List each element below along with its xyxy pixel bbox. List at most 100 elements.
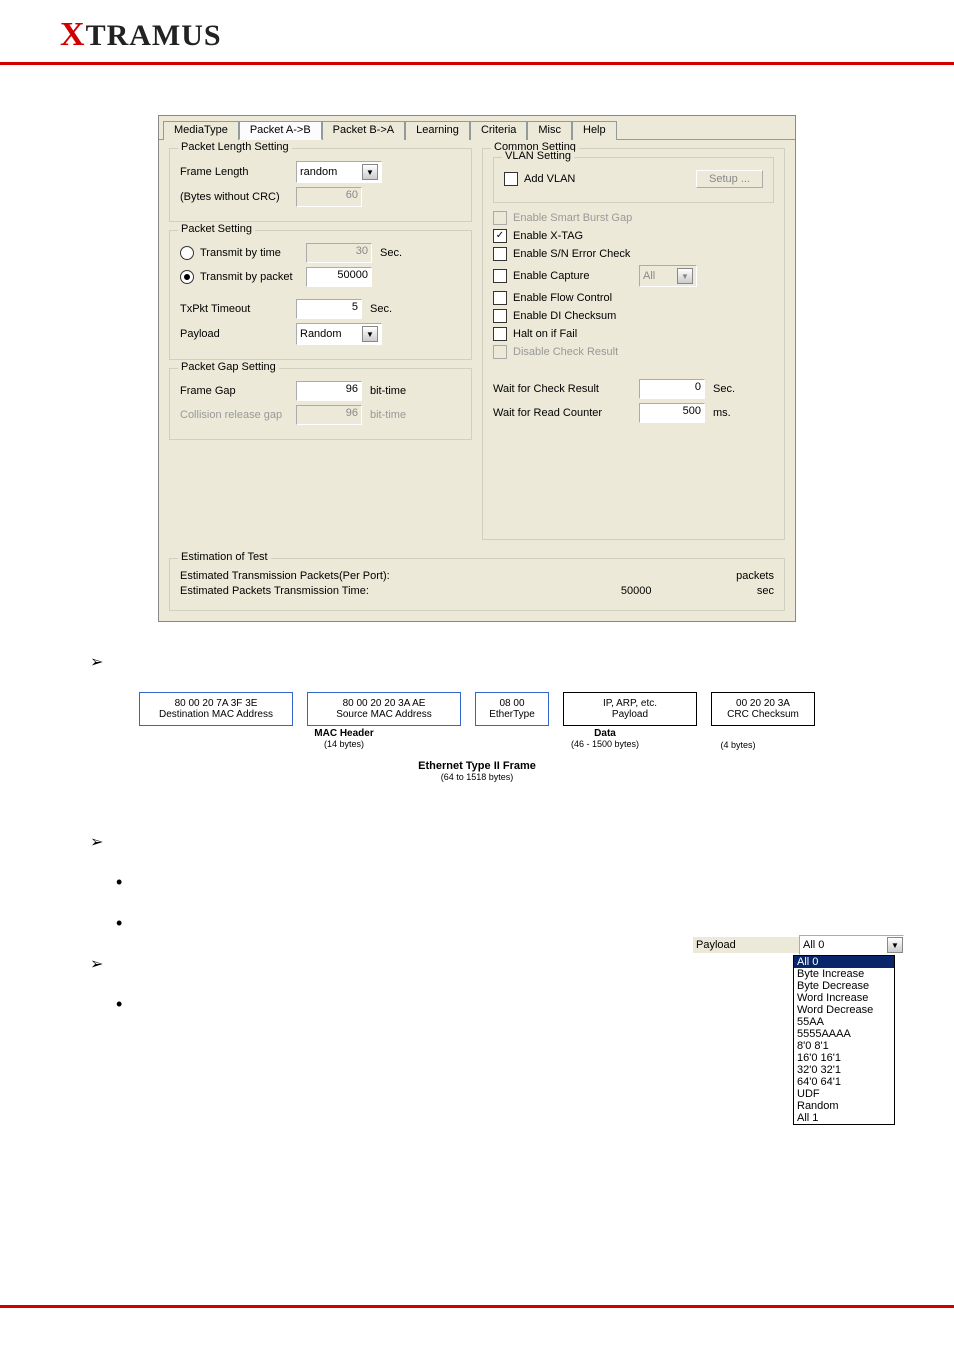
group-packet-gap: Packet Gap Setting Frame Gap 96 bit-time…: [169, 368, 472, 440]
disable-check-checkbox: [493, 345, 507, 359]
xtag-checkbox[interactable]: [493, 229, 507, 243]
payload-fig-select[interactable]: All 0 ▼: [799, 935, 904, 955]
payload-dropdown-figure: Payload All 0 ▼ All 0 Byte Increase Byte…: [693, 935, 904, 1125]
eth-frame-title: Ethernet Type II Frame: [127, 760, 827, 772]
chevron-down-icon: ▼: [677, 268, 693, 284]
add-vlan-label: Add VLAN: [524, 173, 575, 185]
wait-read-label: Wait for Read Counter: [493, 407, 633, 419]
unit-ms: ms.: [713, 407, 731, 419]
logo: XTRAMUS: [60, 19, 222, 52]
transmit-packet-label: Transmit by packet: [200, 271, 300, 283]
list-item[interactable]: 55AA: [794, 1016, 894, 1028]
payload-label: Payload: [180, 328, 290, 340]
capture-select: All ▼: [639, 265, 697, 287]
tab-packet-ab[interactable]: Packet A->B: [239, 121, 322, 140]
group-estimation: Estimation of Test Estimated Transmissio…: [169, 558, 785, 611]
est-time-input: 50000: [621, 585, 751, 597]
xtag-label: Enable X-TAG: [513, 230, 583, 242]
add-vlan-checkbox[interactable]: [504, 172, 518, 186]
eth-ethertype: 08 00EtherType: [475, 692, 549, 726]
page-header: XTRAMUS: [0, 0, 954, 65]
payload-select[interactable]: Random ▼: [296, 323, 382, 345]
halt-checkbox[interactable]: [493, 327, 507, 341]
sn-error-checkbox[interactable]: [493, 247, 507, 261]
group-vlan: VLAN Setting Add VLAN Setup ...: [493, 157, 774, 203]
list-item[interactable]: All 1: [794, 1112, 894, 1124]
list-item[interactable]: Byte Decrease: [794, 980, 894, 992]
list-item[interactable]: Random: [794, 1100, 894, 1112]
smart-burst-label: Enable Smart Burst Gap: [513, 212, 632, 224]
dot-marker: [116, 872, 894, 893]
dot-marker: [116, 913, 894, 934]
group-title: VLAN Setting: [502, 150, 574, 162]
eth-src-mac: 80 00 20 20 3A AESource MAC Address: [307, 692, 461, 726]
transmit-packet-radio[interactable]: [180, 270, 194, 284]
list-item[interactable]: Word Decrease: [794, 1004, 894, 1016]
txpkt-timeout-input[interactable]: 5: [296, 299, 362, 319]
list-item[interactable]: Byte Increase: [794, 968, 894, 980]
list-item[interactable]: Word Increase: [794, 992, 894, 1004]
eth-crc: 00 20 20 3ACRC Checksum: [711, 692, 815, 726]
tab-packet-ba[interactable]: Packet B->A: [322, 121, 405, 140]
list-item[interactable]: 16'0 16'1: [794, 1052, 894, 1064]
frame-gap-label: Frame Gap: [180, 385, 290, 397]
transmit-packet-input[interactable]: 50000: [306, 267, 372, 287]
tab-bar: MediaType Packet A->B Packet B->A Learni…: [159, 116, 795, 140]
list-item[interactable]: 8'0 8'1: [794, 1040, 894, 1052]
list-item[interactable]: All 0: [794, 956, 894, 968]
config-dialog: MediaType Packet A->B Packet B->A Learni…: [158, 115, 796, 622]
list-item[interactable]: 32'0 32'1: [794, 1064, 894, 1076]
group-title: Packet Length Setting: [178, 141, 292, 153]
group-common-setting: Common Setting VLAN Setting Add VLAN Set…: [482, 148, 785, 540]
bullet-marker: [90, 652, 894, 672]
di-checkbox[interactable]: [493, 309, 507, 323]
bullet-marker: [90, 832, 894, 852]
transmit-time-input: 30: [306, 243, 372, 263]
est-time-label: Estimated Packets Transmission Time:: [180, 585, 400, 597]
ethernet-frame-diagram: 80 00 20 7A 3F 3EDestination MAC Address…: [127, 692, 827, 782]
halt-label: Halt on if Fail: [513, 328, 577, 340]
chevron-down-icon[interactable]: ▼: [887, 937, 903, 953]
tab-help[interactable]: Help: [572, 121, 617, 140]
group-title: Packet Setting: [178, 223, 255, 235]
page-footer: [0, 1305, 954, 1348]
collision-input: 96: [296, 405, 362, 425]
tab-mediatype[interactable]: MediaType: [163, 121, 239, 140]
group-packet-length: Packet Length Setting Frame Length rando…: [169, 148, 472, 222]
list-item[interactable]: 5555AAAA: [794, 1028, 894, 1040]
tab-misc[interactable]: Misc: [527, 121, 572, 140]
list-item[interactable]: 64'0 64'1: [794, 1076, 894, 1088]
wait-read-input[interactable]: 500: [639, 403, 705, 423]
frame-length-label: Frame Length: [180, 166, 290, 178]
group-packet-setting: Packet Setting Transmit by time 30 Sec. …: [169, 230, 472, 360]
unit-sec: Sec.: [713, 383, 735, 395]
sn-error-label: Enable S/N Error Check: [513, 248, 630, 260]
transmit-time-radio[interactable]: [180, 246, 194, 260]
flow-checkbox[interactable]: [493, 291, 507, 305]
di-label: Enable DI Checksum: [513, 310, 616, 322]
collision-label: Collision release gap: [180, 409, 290, 421]
unit-sec: Sec.: [370, 303, 392, 315]
setup-button[interactable]: Setup ...: [696, 170, 763, 188]
group-title: Packet Gap Setting: [178, 361, 279, 373]
frame-length-select[interactable]: random ▼: [296, 161, 382, 183]
chevron-down-icon[interactable]: ▼: [362, 164, 378, 180]
payload-fig-list[interactable]: All 0 Byte Increase Byte Decrease Word I…: [793, 955, 895, 1125]
wait-check-label: Wait for Check Result: [493, 383, 633, 395]
unit-packets: packets: [736, 570, 774, 582]
flow-label: Enable Flow Control: [513, 292, 612, 304]
capture-checkbox[interactable]: [493, 269, 507, 283]
list-item[interactable]: UDF: [794, 1088, 894, 1100]
txpkt-timeout-label: TxPkt Timeout: [180, 303, 290, 315]
frame-gap-input[interactable]: 96: [296, 381, 362, 401]
tab-criteria[interactable]: Criteria: [470, 121, 527, 140]
bytes-input: 60: [296, 187, 362, 207]
wait-check-input[interactable]: 0: [639, 379, 705, 399]
eth-dest-mac: 80 00 20 7A 3F 3EDestination MAC Address: [139, 692, 293, 726]
eth-payload: IP, ARP, etc.Payload: [563, 692, 697, 726]
disable-check-label: Disable Check Result: [513, 346, 618, 358]
unit-bittime: bit-time: [370, 409, 406, 421]
unit-sec: Sec.: [380, 247, 402, 259]
chevron-down-icon[interactable]: ▼: [362, 326, 378, 342]
tab-learning[interactable]: Learning: [405, 121, 470, 140]
